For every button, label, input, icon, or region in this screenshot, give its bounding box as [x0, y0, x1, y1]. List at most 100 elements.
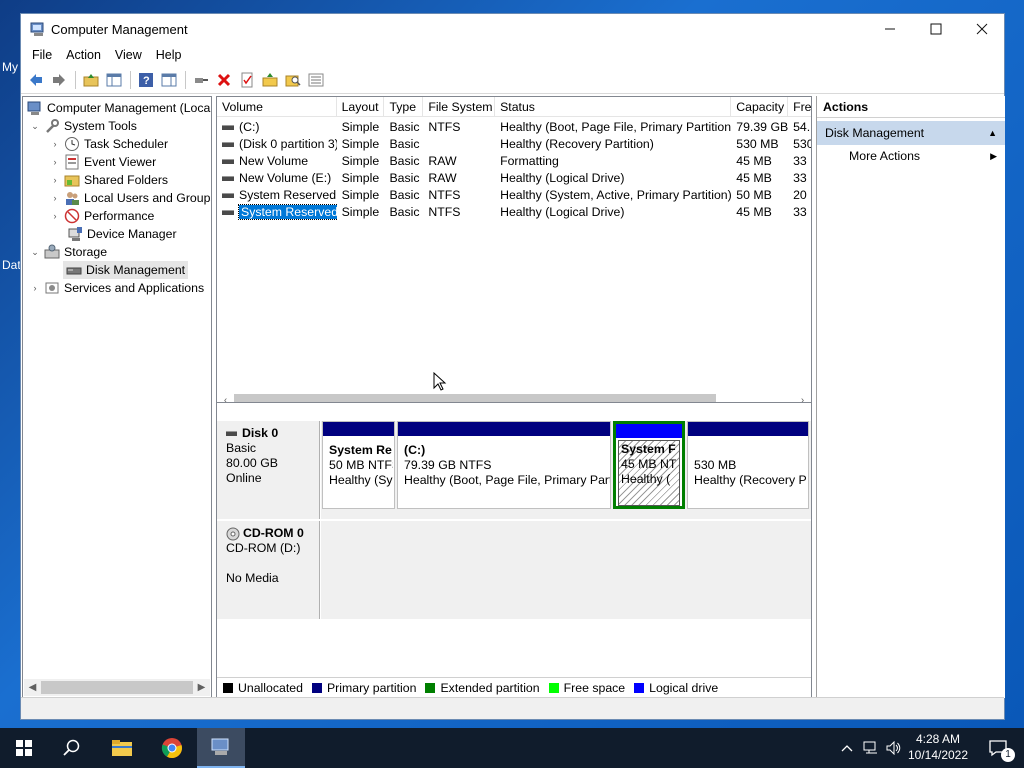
- tree-item-services-applications[interactable]: › Services and Applications: [29, 279, 205, 297]
- network-button[interactable]: [860, 728, 882, 768]
- properties-button[interactable]: [236, 69, 258, 91]
- volume-file-system: NTFS: [428, 205, 461, 219]
- arrow-left-icon: [30, 74, 42, 86]
- volume-capacity: 530 MB: [736, 137, 779, 151]
- tree-horizontal-scrollbar[interactable]: ◀ ▶: [24, 679, 210, 696]
- scroll-right-icon[interactable]: ▶: [193, 679, 210, 696]
- cdrom-0-area[interactable]: [321, 521, 811, 619]
- column-header-status[interactable]: Status: [495, 97, 732, 117]
- scroll-left-icon[interactable]: ◀: [24, 679, 41, 696]
- delete-button[interactable]: [213, 69, 235, 91]
- disk-0-label[interactable]: Disk 0 Basic 80.00 GB Online: [217, 421, 320, 519]
- mouse-cursor-icon: [433, 372, 447, 391]
- chevron-down-icon[interactable]: ⌄: [29, 246, 41, 258]
- partition-logical-selected[interactable]: System F 45 MB NT Healthy (: [613, 421, 685, 509]
- tree-item-shared-folders[interactable]: › Shared Folders: [49, 171, 169, 189]
- close-icon: [976, 23, 988, 35]
- column-header-free[interactable]: Fre: [788, 97, 811, 117]
- column-header-volume[interactable]: Volume: [217, 97, 337, 117]
- legend-label: Unallocated: [238, 681, 303, 695]
- desktop-icon-label[interactable]: My: [2, 60, 18, 74]
- search-button[interactable]: [48, 728, 96, 768]
- actions-section-disk-management[interactable]: Disk Management ▲: [817, 121, 1005, 145]
- minimize-icon: [885, 28, 895, 30]
- up-button[interactable]: [80, 69, 102, 91]
- scrollbar-thumb[interactable]: [41, 681, 193, 694]
- tree-item-system-tools[interactable]: ⌄ System Tools: [29, 117, 137, 135]
- partition-recovery[interactable]: 530 MB Healthy (Recovery P: [687, 421, 809, 509]
- tree-item-performance[interactable]: › Performance: [49, 207, 154, 225]
- title-bar[interactable]: Computer Management: [21, 14, 1004, 44]
- computer-management-taskbar-button[interactable]: [197, 728, 245, 768]
- column-header-layout[interactable]: Layout: [337, 97, 385, 117]
- partition-status: Healthy (: [621, 472, 671, 486]
- legend-item: Logical drive: [634, 681, 718, 695]
- tree-item-computer-management[interactable]: Computer Management (Local: [27, 99, 211, 117]
- start-button[interactable]: [0, 728, 48, 768]
- help-button[interactable]: ?: [135, 69, 157, 91]
- chevron-right-icon[interactable]: ›: [49, 210, 61, 222]
- chevron-right-icon[interactable]: ›: [29, 282, 41, 294]
- show-hidden-icons-button[interactable]: [836, 728, 858, 768]
- volume-row[interactable]: (C:) Simple Basic NTFS Healthy (Boot, Pa…: [217, 119, 811, 136]
- column-header-file-system[interactable]: File System: [423, 97, 496, 117]
- show-hide-tree-button[interactable]: [103, 69, 125, 91]
- computer-management-icon: [30, 22, 44, 36]
- chevron-right-icon[interactable]: ›: [49, 174, 61, 186]
- volume-row[interactable]: (Disk 0 partition 3) Simple Basic Health…: [217, 136, 811, 153]
- chevron-right-icon[interactable]: ›: [49, 138, 61, 150]
- desktop-icon-label[interactable]: Dat: [2, 258, 21, 272]
- chevron-right-icon[interactable]: ›: [49, 192, 61, 204]
- partition-name: System Re: [329, 443, 392, 457]
- menu-help[interactable]: Help: [149, 48, 189, 62]
- collapse-up-icon[interactable]: ▲: [988, 121, 997, 145]
- back-button[interactable]: [25, 69, 47, 91]
- volume-capacity: 45 MB: [736, 154, 772, 168]
- partition-system-reserved[interactable]: System Re 50 MB NTFS Healthy (Sy: [322, 421, 395, 509]
- tree-item-disk-management[interactable]: Disk Management: [63, 261, 189, 279]
- file-explorer-button[interactable]: [98, 728, 146, 768]
- menu-action[interactable]: Action: [59, 48, 108, 62]
- tree-label: Event Viewer: [84, 155, 157, 169]
- volume-row[interactable]: New Volume Simple Basic RAW Formatting 4…: [217, 153, 811, 170]
- volume-file-system: NTFS: [428, 120, 461, 134]
- cdrom-0-label[interactable]: CD-ROM 0 CD-ROM (D:) No Media: [217, 521, 320, 619]
- volume-button[interactable]: [883, 728, 905, 768]
- clock[interactable]: 4:28 AM 10/14/2022: [905, 731, 971, 763]
- volume-row[interactable]: System Reserved Simple Basic NTFS Health…: [217, 187, 811, 204]
- connect-button[interactable]: [190, 69, 212, 91]
- tree-item-local-users[interactable]: › Local Users and Groups: [49, 189, 211, 207]
- chrome-button[interactable]: [148, 728, 196, 768]
- volume-row-selected[interactable]: System Reserved... Simple Basic NTFS Hea…: [217, 204, 811, 221]
- maximize-button[interactable]: [913, 14, 959, 44]
- partition-c[interactable]: (C:) 79.39 GB NTFS Healthy (Boot, Page F…: [397, 421, 611, 509]
- volume-type: Basic: [389, 154, 420, 168]
- tree-item-task-scheduler[interactable]: › Task Scheduler: [49, 135, 168, 153]
- cdrom-name: CD-ROM 0: [243, 526, 304, 540]
- window-title: Computer Management: [51, 22, 188, 37]
- column-header-capacity[interactable]: Capacity: [731, 97, 789, 117]
- notifications-button[interactable]: 1: [978, 728, 1018, 768]
- menu-file[interactable]: File: [25, 48, 59, 62]
- tree-item-storage[interactable]: ⌄ Storage: [29, 243, 107, 261]
- import-button[interactable]: [259, 69, 281, 91]
- tree-label: Disk Management: [86, 263, 186, 277]
- search-button[interactable]: [282, 69, 304, 91]
- chevron-down-icon[interactable]: ⌄: [29, 120, 41, 132]
- tree-item-device-manager[interactable]: Device Manager: [67, 225, 177, 243]
- more-actions-item[interactable]: More Actions ▶: [817, 145, 1005, 167]
- close-button[interactable]: [959, 14, 1005, 44]
- delete-icon: [217, 73, 231, 87]
- help-icon: ?: [139, 73, 153, 87]
- show-hide-action-pane-button[interactable]: [158, 69, 180, 91]
- chevron-right-icon[interactable]: ›: [49, 156, 61, 168]
- minimize-button[interactable]: [867, 14, 913, 44]
- menu-view[interactable]: View: [108, 48, 149, 62]
- volume-row[interactable]: New Volume (E:) Simple Basic RAW Healthy…: [217, 170, 811, 187]
- column-header-type[interactable]: Type: [384, 97, 424, 117]
- tree-item-event-viewer[interactable]: › Event Viewer: [49, 153, 156, 171]
- volume-layout: Simple: [341, 171, 380, 185]
- forward-button[interactable]: [48, 69, 70, 91]
- list-view-button[interactable]: [305, 69, 327, 91]
- tree-label: Shared Folders: [84, 173, 169, 187]
